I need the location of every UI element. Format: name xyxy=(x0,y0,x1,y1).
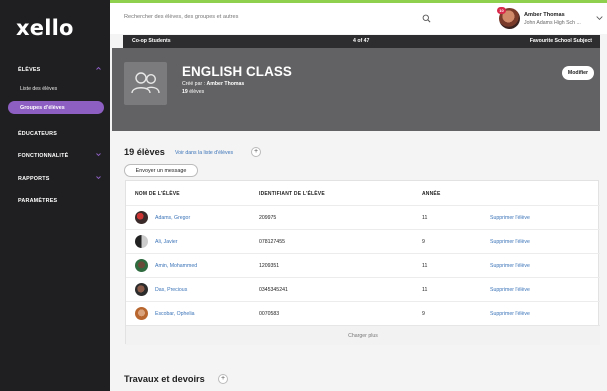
chevron-up-icon xyxy=(96,66,101,70)
remove-student-link[interactable]: Supprimer l'élève xyxy=(490,287,530,293)
sidebar-item-educators[interactable]: ÉDUCATEURS xyxy=(0,127,110,141)
previous-group-link[interactable]: Co-op Students xyxy=(132,38,171,44)
table-row: Escobar, Ophelia 0070583 9 Supprimer l'é… xyxy=(126,301,600,325)
sidebar-item-label: ÉDUCATEURS xyxy=(18,131,58,137)
plus-icon: + xyxy=(220,375,226,382)
remove-student-link[interactable]: Supprimer l'élève xyxy=(490,263,530,269)
sidebar-item-label: PARAMÈTRES xyxy=(18,198,58,204)
chevron-down-icon xyxy=(96,176,101,180)
student-avatar xyxy=(135,211,148,224)
student-id: 0070583 xyxy=(259,311,280,317)
search-icon[interactable] xyxy=(422,14,431,23)
remove-student-link[interactable]: Supprimer l'élève xyxy=(490,215,530,221)
sidebar-item-settings[interactable]: PARAMÈTRES xyxy=(0,194,110,208)
sidebar-item-reports[interactable]: RAPPORTS xyxy=(0,172,110,186)
student-name-link[interactable]: Amin, Mohammed xyxy=(155,263,197,269)
sidebar: xello ÉLÈVES Liste des élèves Groupes d'… xyxy=(0,0,110,391)
created-by-label: Créé par : xyxy=(182,81,206,87)
table-row: Das, Precious 0345345241 11 Supprimer l'… xyxy=(126,277,600,301)
student-count-label: élèves xyxy=(189,89,205,95)
student-count: 19 élèves xyxy=(182,89,204,95)
chevron-down-icon xyxy=(96,153,101,157)
student-year: 9 xyxy=(422,311,425,317)
student-name-link[interactable]: Ali, Javier xyxy=(155,239,178,245)
sidebar-item-label: RAPPORTS xyxy=(18,176,50,182)
sidebar-item-label: FONCTIONNALITÉ xyxy=(18,153,69,159)
column-header-year[interactable]: ANNÉE xyxy=(422,191,441,197)
student-name-link[interactable]: Escobar, Ophelia xyxy=(155,311,195,317)
column-header-name[interactable]: NOM DE L'ÉLÈVE xyxy=(135,191,180,197)
class-header: ENGLISH CLASS Créé par : Amber Thomas 19… xyxy=(112,48,600,131)
student-count-value: 19 xyxy=(182,89,188,95)
student-id: 0345345241 xyxy=(259,287,288,293)
add-work-button[interactable]: + xyxy=(218,374,228,384)
remove-student-link[interactable]: Supprimer l'élève xyxy=(490,239,530,245)
group-navigator: Co-op Students 4 of 47 Favourite School … xyxy=(123,35,600,48)
student-id: 209975 xyxy=(259,215,277,221)
sidebar-subitem-label: Groupes d'élèves xyxy=(20,104,65,111)
student-name-link[interactable]: Das, Precious xyxy=(155,287,187,293)
user-name[interactable]: Amber Thomas xyxy=(524,12,565,18)
student-year: 9 xyxy=(422,239,425,245)
student-avatar xyxy=(135,307,148,320)
notification-badge[interactable]: 10 xyxy=(497,7,506,14)
column-header-id[interactable]: IDENTIFIANT DE L'ÉLÈVE xyxy=(259,191,325,197)
student-id: 1209351 xyxy=(259,263,280,269)
xello-logo[interactable]: xello xyxy=(0,0,110,56)
modify-button[interactable]: Modifier xyxy=(562,66,594,80)
view-student-list-link[interactable]: Voir dans la liste d'élèves xyxy=(175,150,233,156)
sidebar-item-students[interactable]: ÉLÈVES xyxy=(0,63,110,77)
table-row: Adams, Gregor 209975 11 Supprimer l'élèv… xyxy=(126,205,600,229)
students-section-title: 19 élèves xyxy=(124,147,165,157)
sidebar-subitem-label: Liste des élèves xyxy=(20,85,58,92)
sidebar-item-label: ÉLÈVES xyxy=(18,67,41,73)
student-year: 11 xyxy=(422,215,428,221)
table-row: Ali, Javier 078127455 9 Supprimer l'élèv… xyxy=(126,229,600,253)
created-by: Créé par : Amber Thomas xyxy=(182,81,244,87)
top-bar: 10 Amber Thomas John Adams High Sch ... xyxy=(110,0,607,34)
student-avatar xyxy=(135,259,148,272)
creator-name: Amber Thomas xyxy=(206,81,245,87)
user-school[interactable]: John Adams High Sch ... xyxy=(524,20,581,26)
students-table: NOM DE L'ÉLÈVE IDENTIFIANT DE L'ÉLÈVE AN… xyxy=(125,180,600,345)
student-avatar xyxy=(135,283,148,296)
add-student-button[interactable]: + xyxy=(251,147,261,157)
table-row: Amin, Mohammed 1209351 11 Supprimer l'él… xyxy=(126,253,600,277)
remove-student-link[interactable]: Supprimer l'élève xyxy=(490,311,530,317)
student-year: 11 xyxy=(422,287,428,293)
group-icon xyxy=(124,62,167,105)
plus-icon: + xyxy=(253,148,259,155)
search-input[interactable] xyxy=(124,14,344,20)
student-avatar xyxy=(135,235,148,248)
sidebar-subitem-student-list[interactable]: Liste des élèves xyxy=(0,82,110,95)
chevron-down-icon[interactable] xyxy=(596,15,603,21)
next-group-link[interactable]: Favourite School Subject xyxy=(530,38,592,44)
works-section-title: Travaux et devoirs xyxy=(124,374,205,384)
student-name-link[interactable]: Adams, Gregor xyxy=(155,215,190,221)
class-title: ENGLISH CLASS xyxy=(182,64,292,79)
group-position: 4 of 47 xyxy=(353,38,370,44)
sidebar-subitem-student-groups[interactable]: Groupes d'élèves xyxy=(8,101,104,114)
student-year: 11 xyxy=(422,263,428,269)
student-id: 078127455 xyxy=(259,239,285,245)
send-message-button[interactable]: Envoyer un message xyxy=(124,164,198,177)
sidebar-item-features[interactable]: FONCTIONNALITÉ xyxy=(0,149,110,163)
load-more-button[interactable]: Charger plus xyxy=(126,325,600,345)
